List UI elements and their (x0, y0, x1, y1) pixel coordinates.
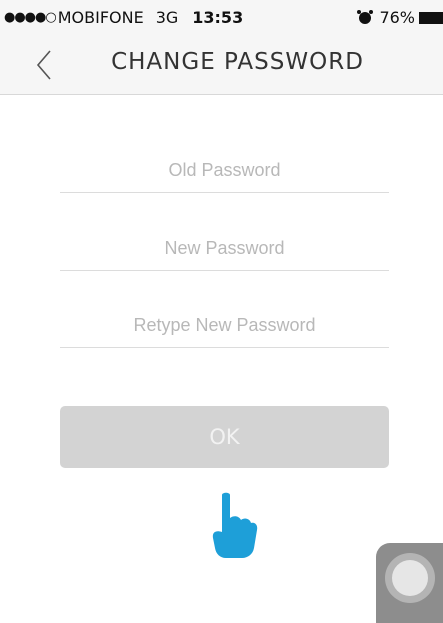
assistive-touch-ring (385, 553, 435, 603)
status-right: 76% (357, 8, 443, 27)
pointing-hand-icon (212, 492, 258, 558)
ok-button[interactable]: OK (60, 406, 389, 468)
network-type: 3G (155, 8, 179, 27)
old-password-input[interactable] (60, 148, 389, 192)
assistive-touch-core (392, 560, 428, 596)
status-bar: ●●●●○ MOBIFONE 3G 13:53 76% (0, 0, 443, 36)
retype-password-field (60, 303, 389, 348)
new-password-input[interactable] (60, 226, 389, 270)
signal-strength-icon: ●●●●○ (4, 10, 57, 25)
new-password-field (60, 226, 389, 271)
battery-icon (419, 11, 443, 24)
assistive-touch-button[interactable] (376, 543, 443, 623)
page-title: CHANGE PASSWORD (111, 49, 364, 75)
retype-password-input[interactable] (60, 303, 389, 347)
status-left: ●●●●○ MOBIFONE 3G 13:53 (4, 8, 243, 27)
carrier-name: MOBIFONE (57, 8, 144, 27)
status-time: 13:53 (192, 8, 244, 27)
nav-header: CHANGE PASSWORD (0, 36, 443, 95)
alarm-icon (357, 9, 374, 24)
old-password-field (60, 148, 389, 193)
battery-percentage: 76% (379, 8, 415, 27)
